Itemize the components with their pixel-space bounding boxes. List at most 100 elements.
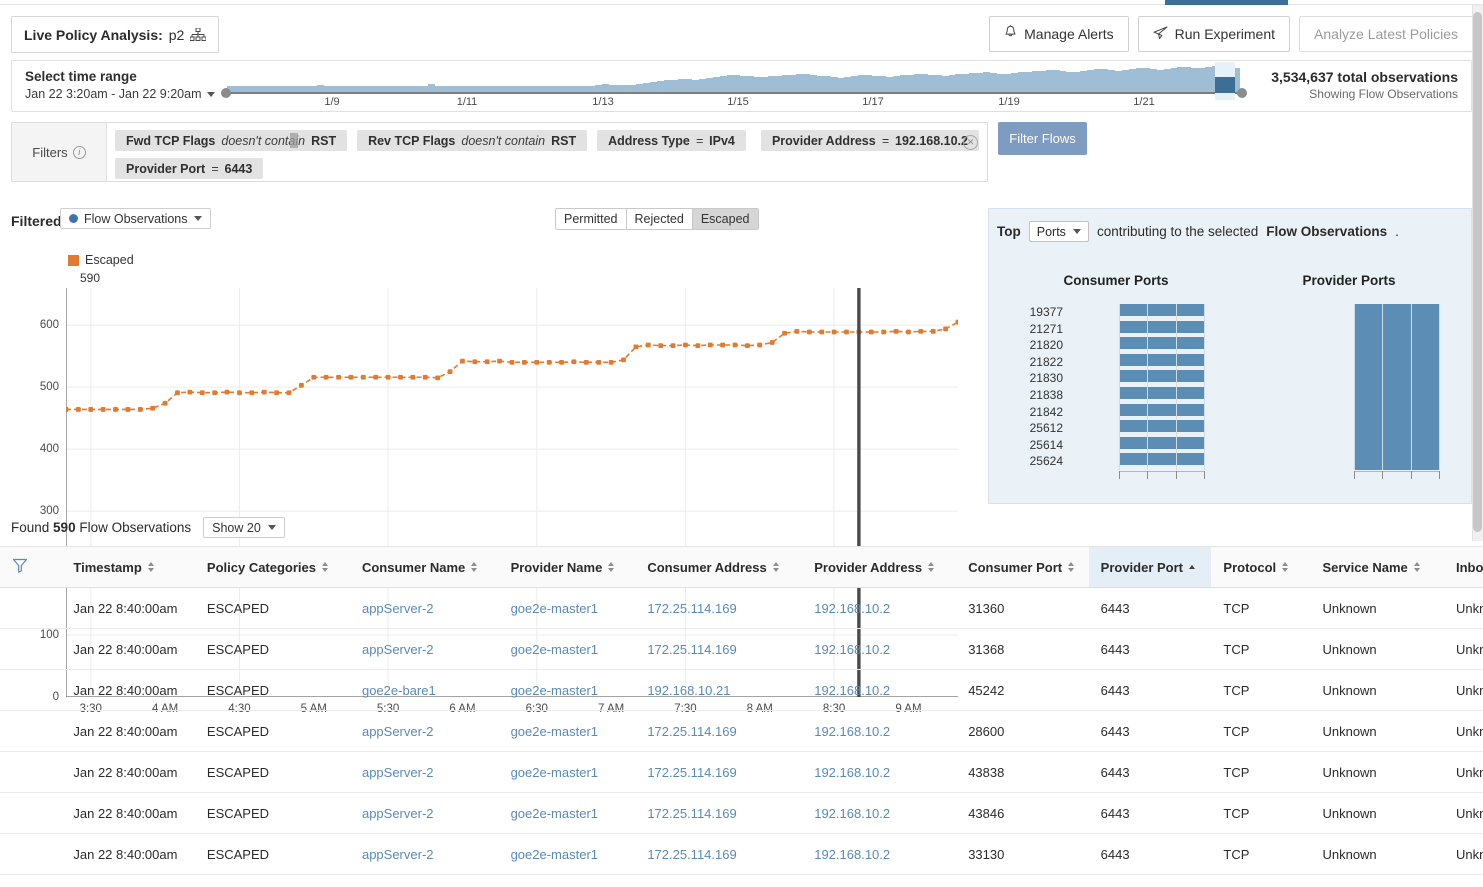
link-consumer-address[interactable]: 192.168.10.21 <box>647 683 730 698</box>
table-header-provider-port[interactable]: Provider Port <box>1088 546 1212 588</box>
table-row[interactable]: Jan 22 8:40:00am ESCAPED goe2e-bare1 goe2e-… <box>0 669 1483 711</box>
metric-select[interactable]: Flow Observations <box>60 208 211 229</box>
link-provider-address[interactable]: 192.168.10.2 <box>814 601 890 616</box>
table-row[interactable]: Jan 22 8:40:00am ESCAPED appServer-2 goe2e-… <box>0 587 1483 629</box>
link-provider-address[interactable]: 192.168.10.2 <box>814 724 890 739</box>
table-header-timestamp[interactable]: Timestamp <box>61 546 195 588</box>
toggle-escaped[interactable]: Escaped <box>692 209 758 229</box>
sort-icon[interactable] <box>322 562 329 572</box>
page-size-select[interactable]: Show 20 <box>203 517 285 538</box>
table-header-label: Consumer Name <box>361 559 466 575</box>
link-consumer-address[interactable]: 172.25.114.169 <box>647 601 736 616</box>
sparkline-bar <box>1142 68 1150 92</box>
filter-flows-button[interactable]: Filter Flows <box>998 122 1087 155</box>
sort-icon[interactable] <box>471 562 478 572</box>
table-header-provider-address[interactable]: Provider Address <box>802 546 957 588</box>
link-consumer-name[interactable]: appServer-2 <box>362 847 434 862</box>
clear-filters-icon[interactable]: ✕ <box>963 135 978 150</box>
sparkline-bar <box>837 78 845 92</box>
funnel-icon[interactable] <box>12 558 28 576</box>
table-row[interactable]: Jan 22 8:40:00am ESCAPED appServer-2 goe2e-… <box>0 628 1483 670</box>
sparkline-bar <box>886 77 893 92</box>
table-header-inbound-enforcement[interactable]: Inbound Enforcement <box>1444 546 1483 588</box>
slider-track[interactable] <box>225 92 1241 94</box>
vertical-scrollbar[interactable] <box>1472 5 1483 541</box>
info-icon[interactable]: i <box>72 145 86 159</box>
sort-icon[interactable] <box>772 562 779 572</box>
link-consumer-name[interactable]: goe2e-bare1 <box>362 683 436 698</box>
table-row[interactable]: Jan 22 8:40:00am ESCAPED appServer-2 goe2e-… <box>0 792 1483 834</box>
link-provider-name[interactable]: goe2e-master1 <box>511 847 598 862</box>
time-range-slider[interactable]: 1/9 1/11 1/13 1/15 1/17 1/19 1/21 <box>217 62 1247 111</box>
consumer-port-bar[interactable] <box>1119 353 1205 366</box>
table-header-policy-categories[interactable]: Policy Categories <box>194 546 350 588</box>
table-header-consumer-name[interactable]: Consumer Name <box>349 546 499 588</box>
sort-icon[interactable] <box>1189 565 1196 569</box>
ports-dimension-select[interactable]: Ports <box>1028 221 1089 242</box>
sort-icon[interactable] <box>147 562 154 572</box>
table-row[interactable]: Jan 22 8:40:00am ESCAPED appServer-2 goe2e-… <box>0 833 1483 875</box>
time-range-selector[interactable]: Select time range Jan 22 3:20am - Jan 22… <box>25 69 215 101</box>
link-consumer-name[interactable]: appServer-2 <box>362 601 434 616</box>
table-row[interactable]: Jan 22 8:40:00am ESCAPED appServer-2 goe2e-… <box>0 751 1483 793</box>
run-experiment-button[interactable]: Run Experiment <box>1137 16 1291 52</box>
toggle-rejected[interactable]: Rejected <box>626 209 693 229</box>
table-filter-cell[interactable] <box>0 546 62 588</box>
link-provider-address[interactable]: 192.168.10.2 <box>814 765 890 780</box>
consumer-port-bar[interactable] <box>1119 436 1205 449</box>
link-consumer-address[interactable]: 172.25.114.169 <box>647 642 736 657</box>
consumer-port-bar[interactable] <box>1119 403 1205 416</box>
consumer-port-bar[interactable] <box>1119 370 1205 383</box>
filter-chip[interactable]: Address Type = IPv4 <box>597 130 746 151</box>
sort-icon[interactable] <box>928 562 935 572</box>
filter-chip[interactable]: Fwd TCP Flags doesn't contain RST <box>115 130 348 151</box>
analyze-latest-policies-button[interactable]: Analyze Latest Policies <box>1299 16 1473 52</box>
link-provider-name[interactable]: goe2e-master1 <box>511 765 598 780</box>
cell-consumer-port: 43846 <box>956 792 1089 834</box>
link-provider-address[interactable]: 192.168.10.2 <box>814 642 890 657</box>
topology-icon[interactable] <box>189 27 207 42</box>
time-range-value-row[interactable]: Jan 22 3:20am - Jan 22 9:20am <box>25 87 215 101</box>
sort-icon[interactable] <box>1413 562 1420 572</box>
vertical-scrollbar-thumb[interactable] <box>1473 12 1482 532</box>
link-provider-name[interactable]: goe2e-master1 <box>511 683 598 698</box>
flow-observations-table-wrap[interactable]: Timestamp Policy Categories Consumer Name P… <box>0 546 1483 887</box>
link-consumer-address[interactable]: 172.25.114.169 <box>647 724 736 739</box>
sort-icon[interactable] <box>1068 562 1075 572</box>
link-consumer-address[interactable]: 172.25.114.169 <box>647 806 736 821</box>
table-header-consumer-address[interactable]: Consumer Address <box>635 546 803 588</box>
consumer-port-bar[interactable] <box>1119 453 1205 466</box>
table-header-provider-name[interactable]: Provider Name <box>498 546 636 588</box>
link-provider-name[interactable]: goe2e-master1 <box>511 601 598 616</box>
consumer-port-bar[interactable] <box>1119 320 1205 333</box>
consumer-port-bar[interactable] <box>1119 304 1205 316</box>
sort-icon[interactable] <box>1282 562 1289 572</box>
toggle-permitted[interactable]: Permitted <box>556 209 627 229</box>
sparkline-bar <box>893 76 900 92</box>
selected-range-window[interactable] <box>1215 62 1235 100</box>
consumer-port-bar[interactable] <box>1119 420 1205 433</box>
link-provider-address[interactable]: 192.168.10.2 <box>814 683 890 698</box>
link-consumer-name[interactable]: appServer-2 <box>362 642 434 657</box>
link-provider-address[interactable]: 192.168.10.2 <box>814 806 890 821</box>
table-header-protocol[interactable]: Protocol <box>1211 546 1311 588</box>
link-consumer-name[interactable]: appServer-2 <box>362 765 434 780</box>
table-header-service-name[interactable]: Service Name <box>1310 546 1444 588</box>
link-consumer-name[interactable]: appServer-2 <box>362 806 434 821</box>
table-header-consumer-port[interactable]: Consumer Port <box>956 546 1089 588</box>
consumer-port-bar[interactable] <box>1119 386 1205 399</box>
link-consumer-address[interactable]: 172.25.114.169 <box>647 847 736 862</box>
filter-chip[interactable]: Rev TCP Flags doesn't contain RST <box>357 130 588 151</box>
link-provider-name[interactable]: goe2e-master1 <box>511 724 598 739</box>
link-consumer-name[interactable]: appServer-2 <box>362 724 434 739</box>
link-consumer-address[interactable]: 172.25.114.169 <box>647 765 736 780</box>
link-provider-address[interactable]: 192.168.10.2 <box>814 847 890 862</box>
table-row[interactable]: Jan 22 8:40:00am ESCAPED appServer-2 goe2e-… <box>0 710 1483 752</box>
sort-icon[interactable] <box>608 562 615 572</box>
link-provider-name[interactable]: goe2e-master1 <box>511 642 598 657</box>
filter-chip[interactable]: Provider Address = 192.168.10.2 <box>760 130 979 151</box>
consumer-port-bar[interactable] <box>1119 337 1205 350</box>
manage-alerts-button[interactable]: Manage Alerts <box>989 16 1129 52</box>
link-provider-name[interactable]: goe2e-master1 <box>511 806 598 821</box>
filter-chip[interactable]: Provider Port = 6443 <box>115 158 264 179</box>
